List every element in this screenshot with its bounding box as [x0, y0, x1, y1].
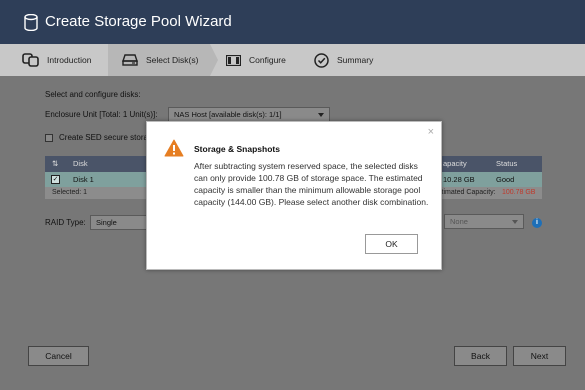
dialog-message: After subtracting system reserved space,… — [194, 161, 429, 207]
next-button[interactable]: Next — [513, 346, 566, 366]
row-checkbox[interactable]: ✓ — [51, 175, 60, 184]
dialog-title: Storage & Snapshots — [194, 144, 280, 154]
sed-checkbox[interactable] — [45, 134, 53, 142]
hot-spare-select[interactable]: None — [444, 214, 524, 229]
cell-capacity: 10.28 GB — [443, 175, 475, 184]
step-label: Configure — [249, 55, 286, 65]
sort-icon[interactable]: ⇅ — [52, 156, 58, 172]
selected-count: Selected: 1 — [52, 189, 88, 196]
step-summary: Summary — [314, 44, 373, 76]
chevron-down-icon — [318, 113, 324, 117]
raid-type-select[interactable]: Single — [90, 215, 152, 230]
cell-status: Good — [496, 175, 515, 184]
step-label: Introduction — [47, 55, 92, 65]
step-label: Summary — [337, 55, 374, 65]
enclosure-value: NAS Host [available disk(s): 1/1] — [174, 110, 282, 119]
warning-dialog: × Storage & Snapshots After subtracting … — [146, 121, 442, 270]
raid-type-label: RAID Type: — [45, 218, 86, 227]
back-button[interactable]: Back — [454, 346, 507, 366]
chevron-down-icon — [512, 220, 518, 224]
hot-spare-value: None — [450, 217, 468, 226]
ok-button[interactable]: OK — [365, 234, 418, 254]
configure-icon — [226, 54, 241, 66]
close-icon[interactable]: × — [428, 126, 434, 138]
cancel-button[interactable]: Cancel — [28, 346, 89, 366]
storage-pool-icon — [22, 53, 39, 67]
check-circle-icon — [314, 52, 329, 68]
info-icon[interactable]: i — [532, 218, 542, 228]
estimated-capacity-value: 100.78 GB — [502, 189, 536, 196]
cell-disk: Disk 1 — [73, 175, 94, 184]
enclosure-label: Enclosure Unit [Total: 1 Unit(s)]: — [45, 110, 158, 119]
step-arrow — [210, 44, 218, 76]
column-status[interactable]: Status — [496, 156, 517, 172]
enclosure-select[interactable]: NAS Host [available disk(s): 1/1] — [168, 107, 330, 122]
step-configure: Configure — [226, 44, 286, 76]
window-title: Create Storage Pool Wizard — [45, 13, 232, 30]
warning-icon — [164, 139, 184, 157]
column-disk[interactable]: Disk — [73, 156, 88, 172]
step-introduction: Introduction — [22, 44, 91, 76]
title-bar: Create Storage Pool Wizard — [0, 0, 585, 44]
wizard-steps: Introduction Select Disk(s) Configure Su… — [0, 44, 585, 76]
sed-label: Create SED secure stora — [59, 133, 148, 142]
database-icon — [24, 14, 38, 31]
step-label: Select Disk(s) — [146, 55, 199, 65]
disk-drive-icon — [122, 54, 138, 66]
step-select-disks: Select Disk(s) — [108, 44, 210, 76]
column-capacity[interactable]: apacity — [443, 156, 467, 172]
raid-type-value: Single — [96, 218, 117, 227]
estimated-capacity-label: stimated Capacity: — [438, 189, 496, 196]
section-label: Select and configure disks: — [45, 90, 141, 99]
